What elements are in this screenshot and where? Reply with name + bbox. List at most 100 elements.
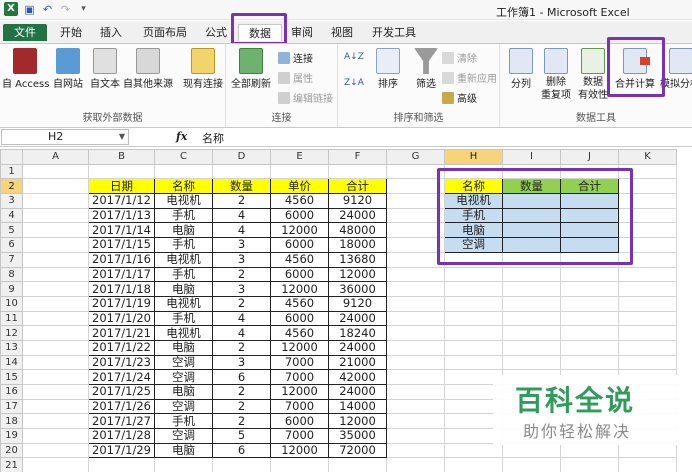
column-header-a[interactable]: A [22,149,89,165]
cell-f10[interactable]: 9120 [328,295,387,312]
cell-h11[interactable] [444,310,503,327]
cell-a19[interactable] [22,428,89,444]
cell-k2[interactable] [618,178,677,195]
row-header-9[interactable]: 9 [0,281,23,297]
save-icon[interactable]: ▣ [23,3,36,16]
remove-duplicates-button[interactable]: 删除 重复项 [538,48,574,102]
column-header-k[interactable]: K [618,149,677,165]
cell-i21[interactable] [502,457,561,472]
tab-insert[interactable]: 插入 [94,24,128,41]
cell-h20[interactable] [444,442,503,459]
cell-k13[interactable] [618,339,677,356]
cell-a3[interactable] [22,193,89,209]
cell-e13[interactable]: 12000 [270,339,329,356]
cell-e3[interactable]: 4560 [270,193,329,209]
column-header-h[interactable]: H [444,149,503,165]
cell-g15[interactable] [386,369,445,385]
cell-c9[interactable]: 电脑 [154,281,213,297]
cell-d11[interactable]: 4 [212,310,271,327]
undo-icon[interactable]: ↶ [41,3,54,16]
cell-f8[interactable]: 12000 [328,266,387,283]
row-header-7[interactable]: 7 [0,251,23,268]
cell-j8[interactable] [560,266,619,283]
cell-e16[interactable]: 12000 [270,384,329,400]
cell-k9[interactable] [618,281,677,297]
cell-e2[interactable]: 单价 [270,178,329,195]
cell-d18[interactable]: 2 [212,413,271,430]
row-header-5[interactable]: 5 [0,222,23,239]
tab-view[interactable]: 视图 [326,24,358,41]
cell-b15[interactable]: 2017/1/24 [88,369,155,385]
row-header-1[interactable]: 1 [0,163,23,180]
reapply-button[interactable]: 重新应用 [442,70,497,85]
cell-c21[interactable] [154,457,213,472]
cell-g21[interactable] [386,457,445,472]
cell-i3[interactable] [502,193,561,209]
row-header-13[interactable]: 13 [0,339,23,356]
cell-j20[interactable] [560,442,619,459]
cell-h7[interactable] [444,251,503,268]
cell-c16[interactable]: 电脑 [154,384,213,400]
cell-c19[interactable]: 空调 [154,428,213,444]
cell-k5[interactable] [618,222,677,239]
cell-k4[interactable] [618,207,677,224]
cell-j13[interactable] [560,339,619,356]
filter-button[interactable]: 筛选 [408,48,444,91]
cell-a8[interactable] [22,266,89,283]
cell-d14[interactable]: 3 [212,354,271,371]
cell-j11[interactable] [560,310,619,327]
cell-b13[interactable]: 2017/1/22 [88,339,155,356]
cell-d4[interactable]: 4 [212,207,271,224]
customize-qat-icon[interactable]: ▾ [77,3,90,16]
cell-k1[interactable] [618,163,677,180]
cell-a2[interactable] [22,178,89,195]
cell-c13[interactable]: 电脑 [154,339,213,356]
cell-b20[interactable]: 2017/1/29 [88,442,155,459]
cell-f7[interactable]: 13680 [328,251,387,268]
row-header-4[interactable]: 4 [0,207,23,224]
cell-i8[interactable] [502,266,561,283]
select-all-corner[interactable] [0,149,23,165]
row-header-6[interactable]: 6 [0,237,23,253]
cell-h2[interactable]: 名称 [444,178,503,195]
cell-j1[interactable] [560,163,619,180]
cell-g9[interactable] [386,281,445,297]
cell-c18[interactable]: 手机 [154,413,213,430]
cell-c6[interactable]: 手机 [154,237,213,253]
cell-d21[interactable] [212,457,271,472]
cell-b7[interactable]: 2017/1/16 [88,251,155,268]
cell-k12[interactable] [618,325,677,341]
cell-g14[interactable] [386,354,445,371]
cell-b18[interactable]: 2017/1/27 [88,413,155,430]
cell-i10[interactable] [502,295,561,312]
column-header-e[interactable]: E [270,149,329,165]
cell-f19[interactable]: 35000 [328,428,387,444]
data-validation-button[interactable]: 数据 有效性 [574,48,612,102]
cell-i2[interactable]: 数量 [502,178,561,195]
cell-a14[interactable] [22,354,89,371]
cell-i11[interactable] [502,310,561,327]
cell-c8[interactable]: 手机 [154,266,213,283]
cell-f3[interactable]: 9120 [328,193,387,209]
sort-za-button[interactable]: Z↓A [344,78,364,88]
cell-e18[interactable]: 6000 [270,413,329,430]
cell-g3[interactable] [386,193,445,209]
name-box-dropdown-icon[interactable]: ▼ [119,130,125,144]
cell-d8[interactable]: 2 [212,266,271,283]
cell-f20[interactable]: 72000 [328,442,387,459]
tab-page-layout[interactable]: 页面布局 [136,24,194,41]
cell-i9[interactable] [502,281,561,297]
column-header-b[interactable]: B [88,149,155,165]
cell-d5[interactable]: 4 [212,222,271,239]
cell-b6[interactable]: 2017/1/15 [88,237,155,253]
cell-d13[interactable]: 2 [212,339,271,356]
redo-icon[interactable]: ↷ [59,3,72,16]
row-header-12[interactable]: 12 [0,325,23,341]
existing-connections-button[interactable]: 现有连接 [180,48,226,91]
cell-j9[interactable] [560,281,619,297]
cell-f14[interactable]: 21000 [328,354,387,371]
cell-g8[interactable] [386,266,445,283]
from-text-button[interactable]: 自文本 [88,48,122,91]
cell-a4[interactable] [22,207,89,224]
cell-k21[interactable] [618,457,677,472]
